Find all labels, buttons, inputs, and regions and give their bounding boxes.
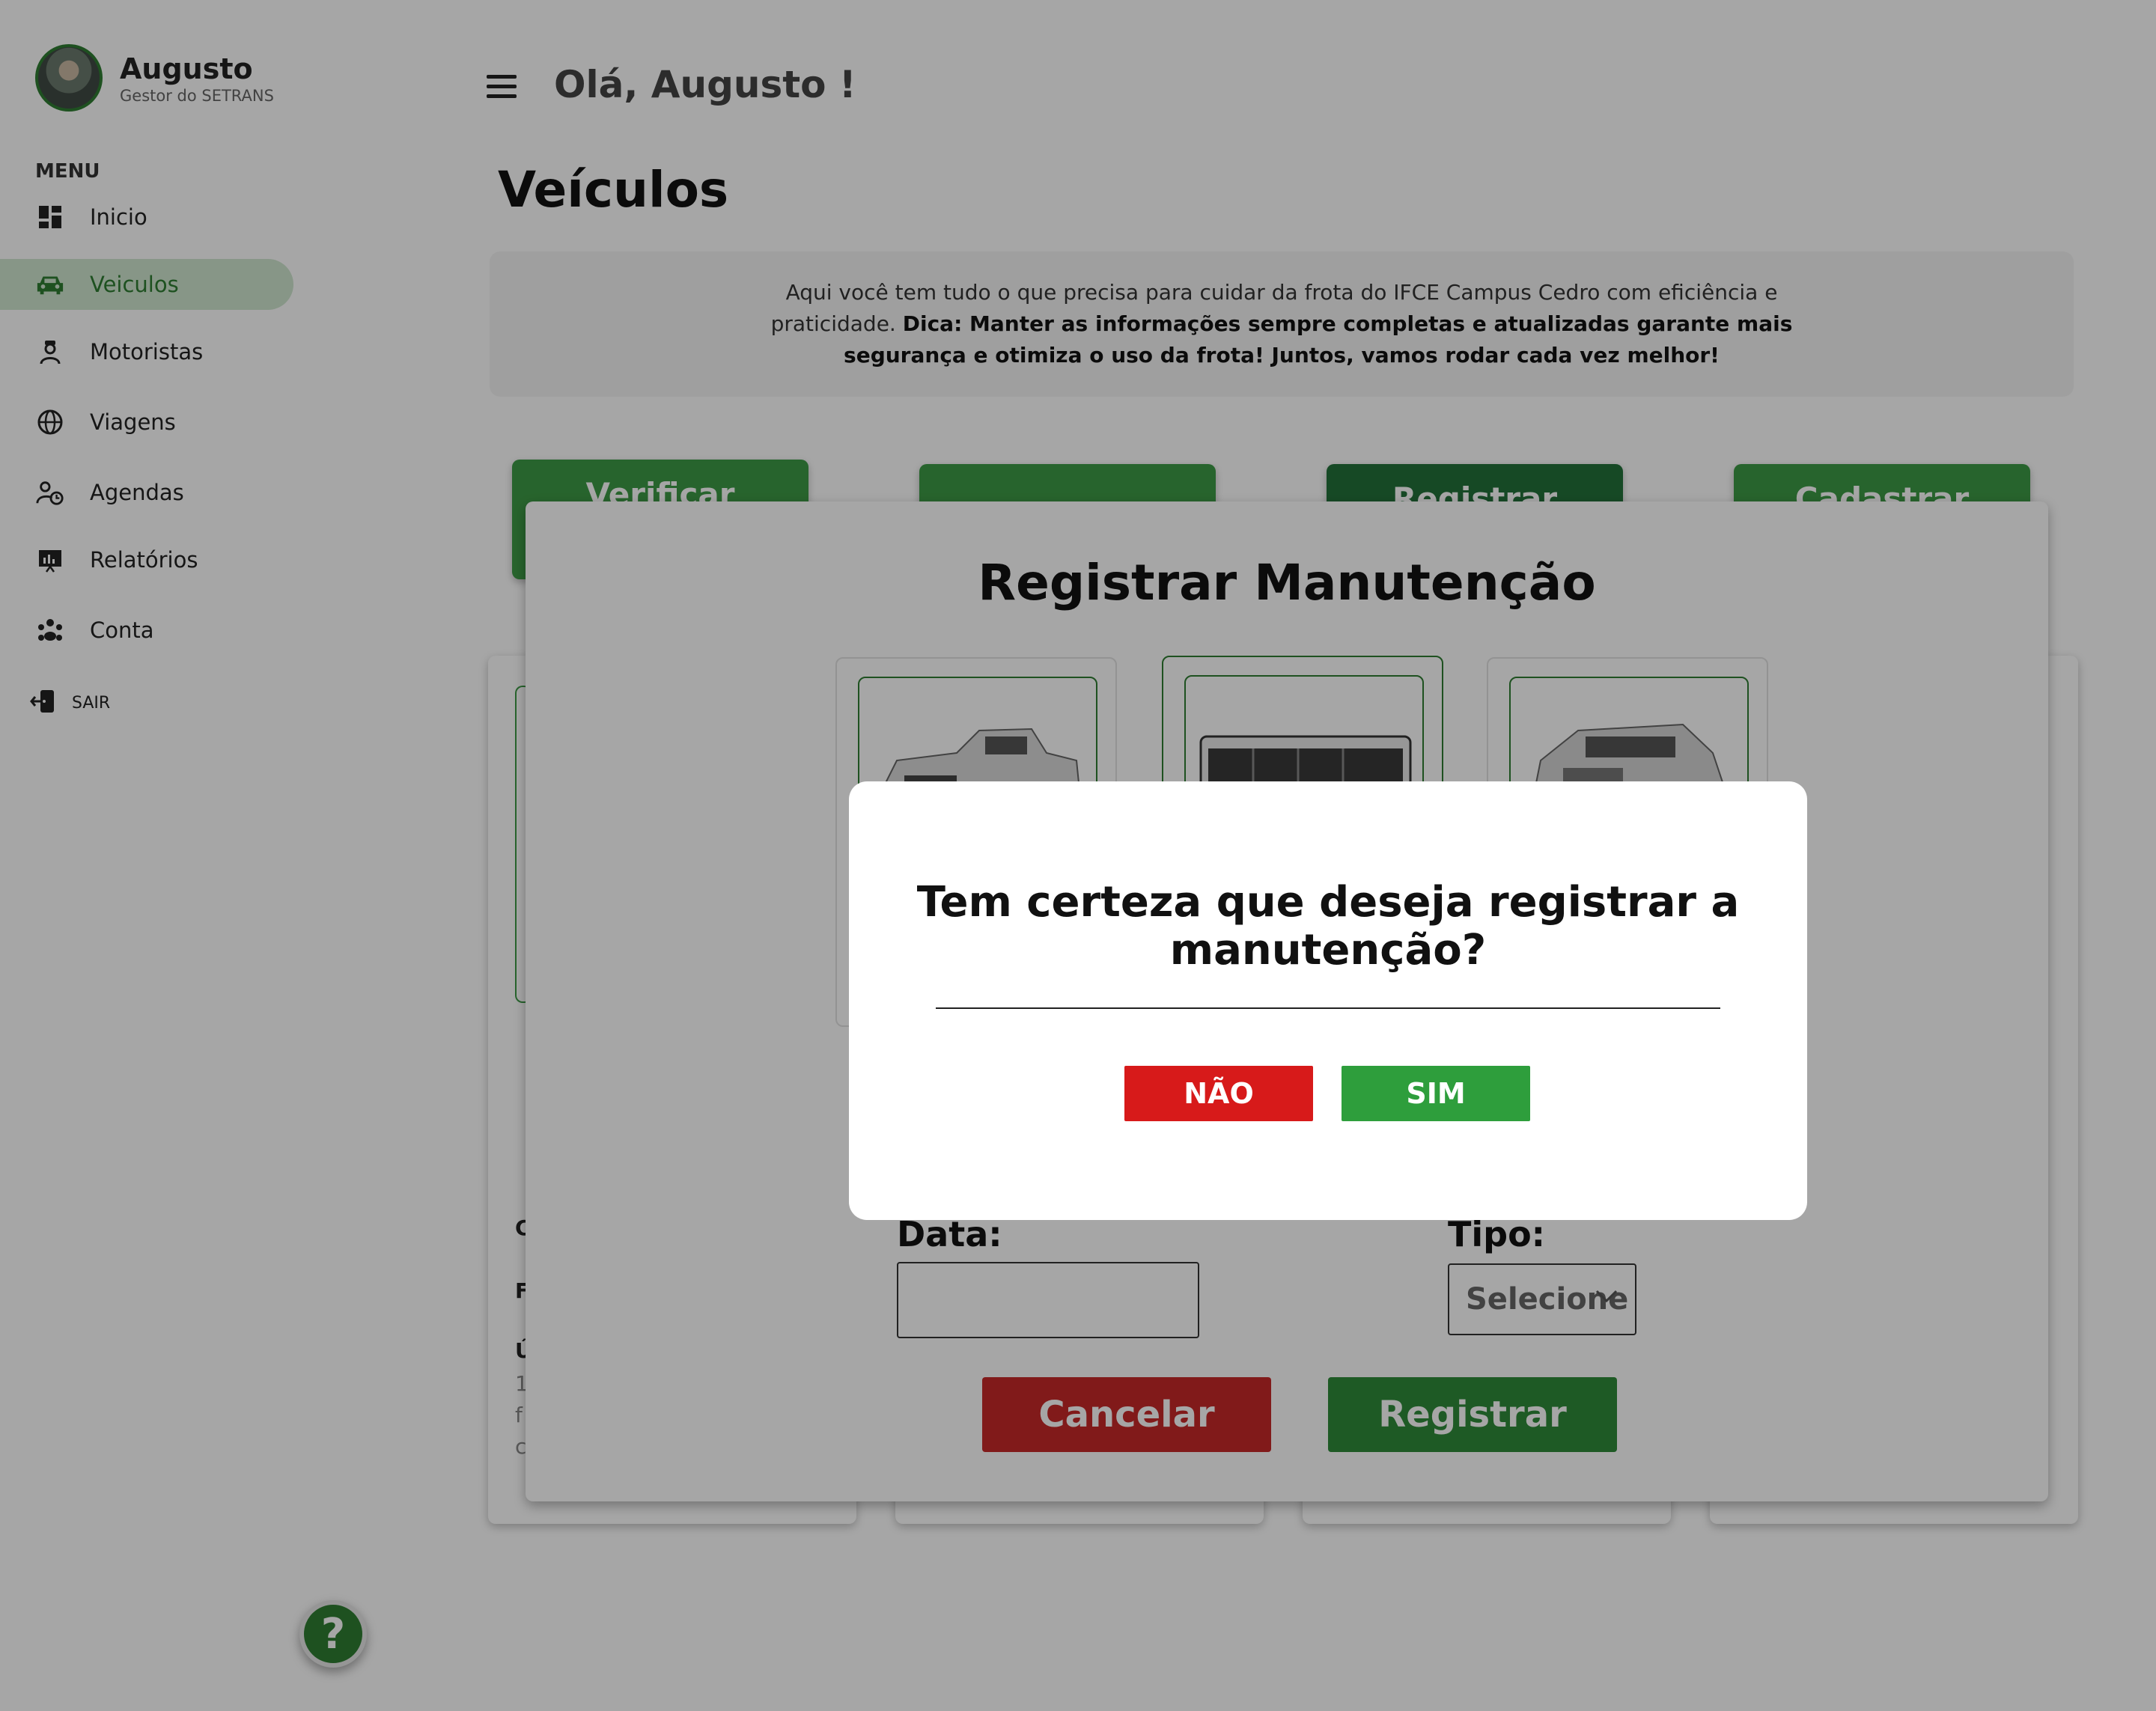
divider xyxy=(936,1007,1720,1009)
confirm-question: Tem certeza que deseja registrar a manut… xyxy=(916,878,1740,975)
confirm-dialog: Tem certeza que deseja registrar a manut… xyxy=(849,781,1807,1220)
yes-button[interactable]: SIM xyxy=(1342,1066,1530,1121)
no-button[interactable]: NÃO xyxy=(1124,1066,1313,1121)
